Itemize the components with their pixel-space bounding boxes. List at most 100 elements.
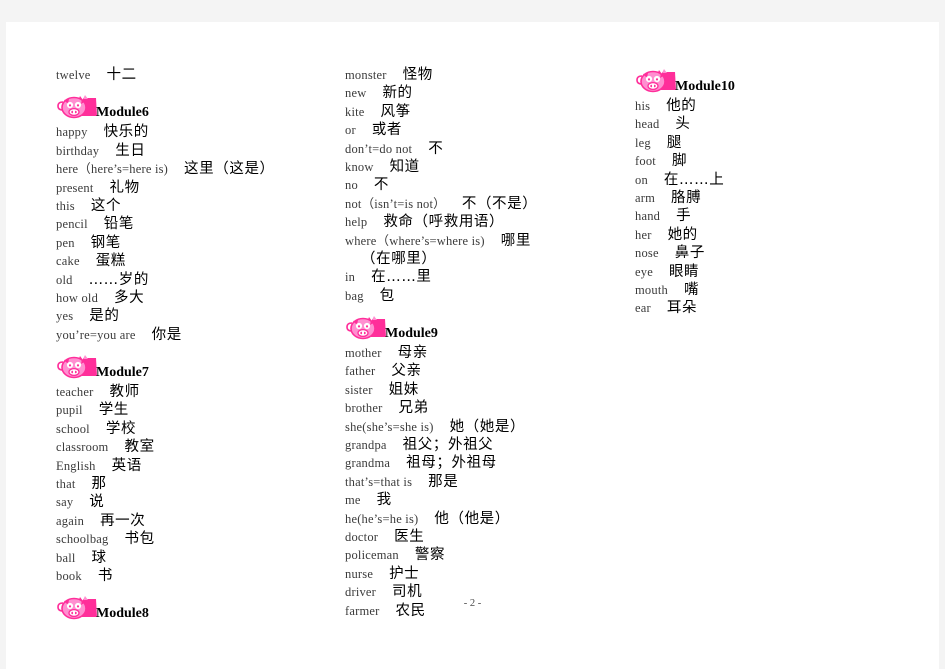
vocabulary-entry: pencil 铅笔 <box>56 215 346 233</box>
entry-english: kite <box>345 104 365 119</box>
entry-chinese: 我 <box>376 492 392 509</box>
entry-english: book <box>56 568 82 583</box>
vocabulary-entry: birthday 生日 <box>56 142 346 160</box>
entry-english: doctor <box>345 529 379 544</box>
entry-chinese: 不 <box>428 140 444 157</box>
module-heading: Module9 <box>345 315 635 343</box>
vocabulary-entry: grandpa 祖父；外祖父 <box>345 436 635 454</box>
entry-english: help <box>345 215 368 230</box>
entry-chinese: 包 <box>379 287 395 304</box>
entry-chinese: 钢笔 <box>90 234 121 251</box>
entry-english: bag <box>345 288 364 303</box>
entry-english: on <box>635 172 648 187</box>
vocabulary-entry: twelve 十二 <box>56 66 346 84</box>
vocabulary-entry: bag 包 <box>345 287 635 305</box>
vocabulary-entry: that’s=that is 那是 <box>345 473 635 491</box>
vocabulary-entry: leg 腿 <box>635 134 925 152</box>
entry-english: new <box>345 86 367 101</box>
entry-chinese: 礼物 <box>109 179 140 196</box>
entry-chinese: 手 <box>676 208 692 225</box>
vocabulary-entry: here（here’s=here is) 这里（这是） <box>56 160 346 178</box>
entry-english: English <box>56 458 96 473</box>
entry-english: brother <box>345 401 383 416</box>
vocabulary-entry: on 在……上 <box>635 171 925 189</box>
vocabulary-entry: policeman 警察 <box>345 546 635 564</box>
entry-english: know <box>345 159 374 174</box>
entry-english: yes <box>56 309 74 324</box>
entry-chinese: 她（她是） <box>449 418 526 435</box>
entry-chinese: 那 <box>91 476 107 493</box>
entry-english: where（where’s=where is) <box>345 233 485 248</box>
vocabulary-entry: or 或者 <box>345 121 635 139</box>
vocabulary-entry: that 那 <box>56 475 346 493</box>
entry-chinese: 警察 <box>414 547 446 564</box>
entry-english: in <box>345 270 356 285</box>
vocabulary-entry: not（isn’t=is not） 不（不是） <box>345 195 635 213</box>
vocabulary-entry: know 知道 <box>345 158 635 176</box>
vocabulary-entry: ball 球 <box>56 549 346 567</box>
vocabulary-entry: say 说 <box>56 493 346 511</box>
entry-english: me <box>345 493 361 508</box>
vocabulary-entry: this 这个 <box>56 197 346 215</box>
column-2: monster 怪物 new 新的 kite 风筝 or 或者 don’t=do not… <box>345 66 635 620</box>
entry-english: his <box>635 99 651 113</box>
column-3: Module10 his 他的 head 头 leg 腿 foot 脚 on 在……上 ar… <box>635 66 925 318</box>
module-heading: Module10 <box>635 68 925 96</box>
vocabulary-entry: pen 钢笔 <box>56 234 346 252</box>
vocabulary-entry: doctor 医生 <box>345 528 635 546</box>
entry-english: grandpa <box>345 438 387 453</box>
entry-english: mother <box>345 346 382 361</box>
entry-chinese: ……岁的 <box>88 271 149 288</box>
entry-chinese: 风筝 <box>380 103 411 120</box>
vocabulary-entry: English 英语 <box>56 457 346 475</box>
entry-english: father <box>345 364 376 379</box>
entry-chinese: 眼睛 <box>668 263 700 280</box>
entry-english: she(she’s=she is) <box>345 419 434 434</box>
vocabulary-columns: twelve 十二 Module6 happy 快乐的 birthday 生日 here… <box>6 22 939 669</box>
entry-english: grandma <box>345 456 391 471</box>
entry-english: happy <box>56 125 88 140</box>
entry-english: classroom <box>56 440 109 455</box>
vocabulary-entry: he(he’s=he is) 他（他是） <box>345 510 635 528</box>
entry-chinese: 哪里 <box>500 232 531 249</box>
entry-chinese: 蛋糕 <box>95 253 126 270</box>
entry-english: present <box>56 180 94 195</box>
vocabulary-entry: school 学校 <box>56 420 346 438</box>
vocabulary-entry: new 新的 <box>345 84 635 102</box>
entry-english: or <box>345 123 356 138</box>
entry-english: that’s=that is <box>345 474 413 489</box>
entry-english: hand <box>635 209 661 224</box>
entry-chinese: 不（不是） <box>461 195 538 212</box>
entry-chinese: （在哪里） <box>361 250 437 267</box>
vocabulary-entry: nurse 护士 <box>345 565 635 583</box>
vocabulary-entry: father 父亲 <box>345 362 635 380</box>
entry-english: school <box>56 421 90 436</box>
entry-english: pen <box>56 235 75 250</box>
vocabulary-entry: schoolbag 书包 <box>56 530 346 548</box>
vocabulary-entry: help 救命（呼救用语） <box>345 213 635 231</box>
entry-chinese: 说 <box>89 494 105 511</box>
vocabulary-entry: she(she’s=she is) 她（她是） <box>345 418 635 436</box>
vocabulary-entry: in 在……里 <box>345 268 635 286</box>
vocabulary-entry: foot 脚 <box>635 152 925 170</box>
entry-chinese: 这个 <box>90 197 122 214</box>
vocabulary-entry: head 头 <box>635 115 925 133</box>
entry-chinese: 头 <box>675 116 691 133</box>
entry-english: twelve <box>56 68 91 82</box>
vocabulary-entry: no 不 <box>345 176 635 194</box>
entry-chinese: 腿 <box>666 134 682 151</box>
vocabulary-entry: classroom 教室 <box>56 438 346 456</box>
module-heading-label: Module10 <box>675 79 735 94</box>
entry-english: not（isn’t=is not） <box>345 196 446 211</box>
module-heading: Module7 <box>56 354 346 382</box>
entry-english: cake <box>56 254 80 269</box>
vocabulary-entry: me 我 <box>345 491 635 509</box>
entry-english: you’re=you are <box>56 327 136 342</box>
vocabulary-entry: old ……岁的 <box>56 271 346 289</box>
entry-english: monster <box>345 68 387 82</box>
entry-english: head <box>635 117 660 132</box>
vocabulary-entry: sister 姐妹 <box>345 381 635 399</box>
entry-english: that <box>56 477 76 492</box>
entry-english: old <box>56 272 73 287</box>
